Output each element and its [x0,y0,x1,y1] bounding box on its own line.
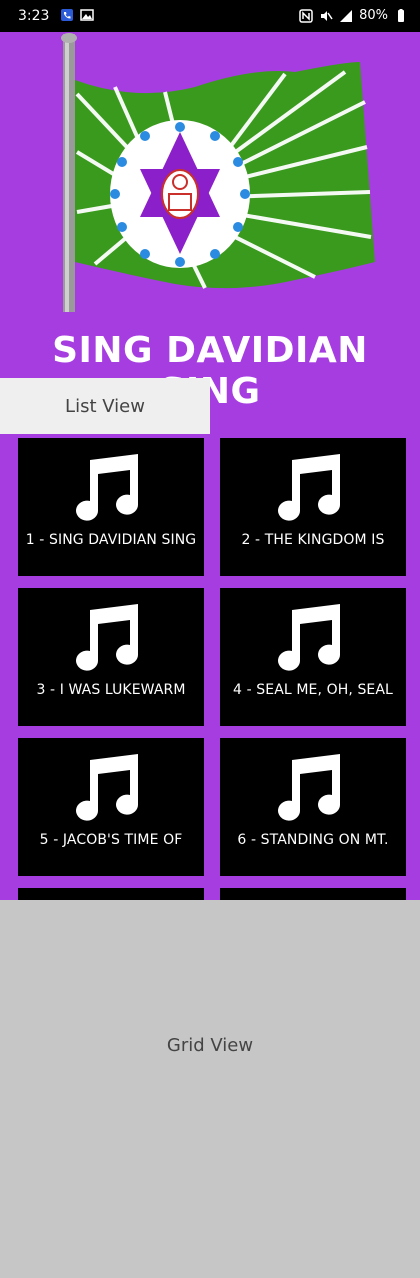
music-note-icon [76,454,139,521]
song-label: 4 - SEAL ME, OH, SEAL [233,682,393,698]
nfc-icon [299,8,313,23]
song-label: 1 - SING DAVIDIAN SING [25,532,197,548]
battery-icon [398,8,404,22]
song-card-3[interactable]: 3 - I WAS LUKEWARM [18,588,204,726]
song-grid: 1 - SING DAVIDIAN SING 2 - THE KINGDOM I… [0,434,420,900]
flag-logo-icon [61,33,375,312]
song-label: 3 - I WAS LUKEWARM [36,682,186,698]
song-label: 6 - STANDING ON MT. [237,832,389,848]
mute-icon [321,10,333,21]
phone-icon [61,9,73,21]
image-icon [80,9,94,21]
song-card-2[interactable]: 2 - THE KINGDOM IS [220,438,406,576]
song-card-8[interactable] [220,888,406,900]
signal-icon [340,9,353,22]
music-note-icon [278,754,341,821]
song-label: 2 - THE KINGDOM IS [241,532,385,548]
song-card-4[interactable]: 4 - SEAL ME, OH, SEAL [220,588,406,726]
song-card-1[interactable]: 1 - SING DAVIDIAN SING [18,438,204,576]
status-bar: 3:23 80% [0,0,420,32]
song-card-6[interactable]: 6 - STANDING ON MT. [220,738,406,876]
view-tabs: List View Grid View [0,378,420,1278]
song-card-7[interactable] [18,888,204,900]
music-note-icon [278,604,341,671]
music-note-icon [76,754,139,821]
tab-list-view[interactable]: List View [0,378,210,434]
app-header: SING DAVIDIAN SING [0,32,420,412]
music-note-icon [278,454,341,521]
battery-percent: 80% [359,8,388,23]
song-label: 5 - JACOB'S TIME OF [39,832,183,848]
music-note-icon [76,604,139,671]
song-card-5[interactable]: 5 - JACOB'S TIME OF [18,738,204,876]
status-time: 3:23 [18,8,50,24]
